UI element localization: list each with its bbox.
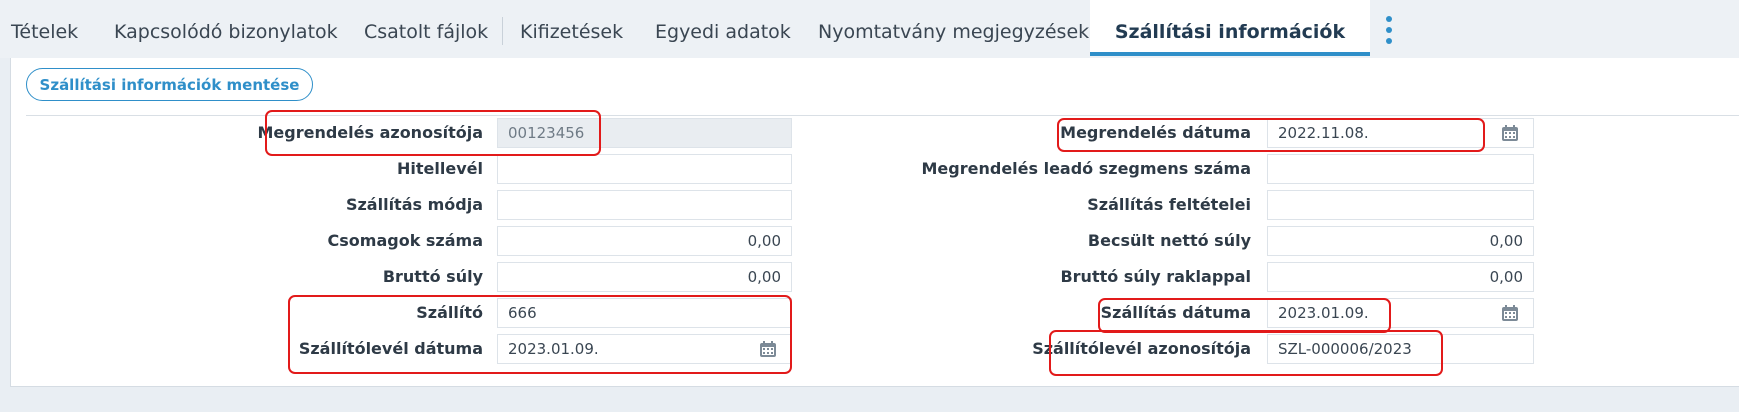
gross-weight-input[interactable]: 0,00 (497, 262, 792, 292)
more-tabs-kebab-icon[interactable] (1384, 16, 1394, 46)
ordering-segment-number-input[interactable] (1267, 154, 1534, 184)
calendar-icon[interactable] (1501, 124, 1519, 142)
tab-egyedi-adatok[interactable]: Egyedi adatok (655, 0, 791, 56)
save-shipping-info-button[interactable]: Szállítási információk mentése (26, 68, 313, 101)
tab-separator (502, 17, 503, 45)
tab-csatolt-fajlok[interactable]: Csatolt fájlok (364, 0, 488, 56)
package-count-input[interactable]: 0,00 (497, 226, 792, 256)
shipping-terms-label: Szállítás feltételei (1087, 195, 1251, 214)
calendar-icon[interactable] (1501, 304, 1519, 322)
estimated-net-weight-input[interactable]: 0,00 (1267, 226, 1534, 256)
shipping-terms-input[interactable] (1267, 190, 1534, 220)
letter-of-credit-input[interactable] (497, 154, 792, 184)
tab-bar: Tételek Kapcsolódó bizonylatok Csatolt f… (0, 0, 1739, 58)
gross-weight-with-pallet-label: Bruttó súly raklappal (1060, 267, 1251, 286)
shipping-method-label: Szállítás módja (345, 195, 483, 214)
tab-kapcsolodo-bizonylatok[interactable]: Kapcsolódó bizonylatok (114, 0, 338, 56)
shipping-method-input[interactable] (497, 190, 792, 220)
highlight-carrier-and-note-date (288, 295, 792, 374)
shipping-info-panel: Szállítási információk mentése Megrendel… (10, 58, 1739, 387)
tab-tetelek[interactable]: Tételek (11, 0, 78, 56)
package-count-label: Csomagok száma (327, 231, 483, 250)
highlight-order-id (265, 110, 601, 156)
tab-nyomtatvany-megjegyzesek[interactable]: Nyomtatvány megjegyzések (818, 0, 1089, 56)
highlight-delivery-note-id (1049, 330, 1443, 376)
tab-szallitasi-informaciok[interactable]: Szállítási információk (1090, 0, 1370, 56)
letter-of-credit-label: Hitellevél (397, 159, 483, 178)
highlight-shipping-date (1098, 298, 1391, 333)
ordering-segment-number-label: Megrendelés leadó szegmens száma (921, 159, 1252, 178)
gross-weight-with-pallet-input[interactable]: 0,00 (1267, 262, 1534, 292)
tab-kifizetesek[interactable]: Kifizetések (520, 0, 623, 56)
highlight-order-date (1057, 118, 1485, 152)
estimated-net-weight-label: Becsült nettó súly (1087, 231, 1251, 250)
gross-weight-label: Bruttó súly (382, 267, 483, 286)
